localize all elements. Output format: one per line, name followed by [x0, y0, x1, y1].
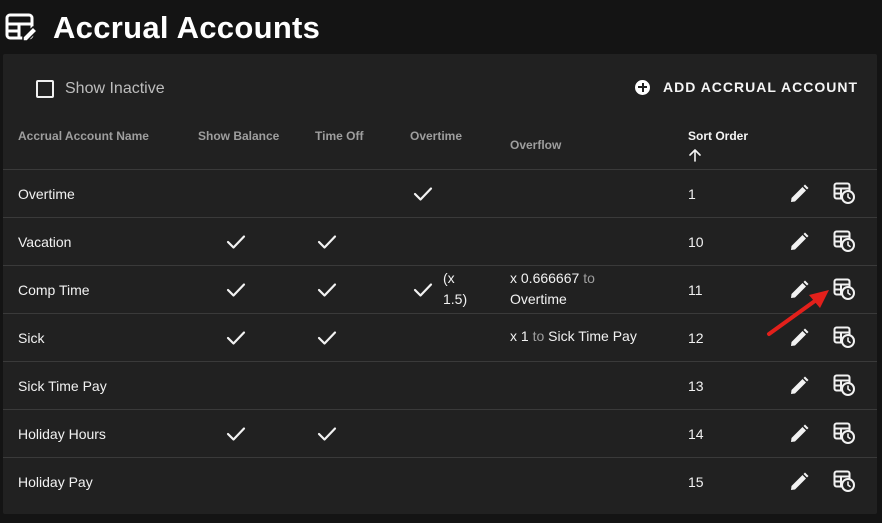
table-clock-icon[interactable]	[833, 470, 855, 492]
table-row: Overtime 1	[3, 169, 877, 217]
overflow-rule: x 0.666667 to Overtime	[510, 268, 610, 310]
table-row: Comp Time (x 1.5) x 0.666667 to Overtime 11	[3, 265, 877, 313]
add-accrual-account-button[interactable]: ADD ACCRUAL ACCOUNT	[635, 76, 858, 98]
check-icon	[317, 427, 337, 441]
table-clock-icon[interactable]	[833, 182, 855, 204]
sort-ascending-icon[interactable]	[688, 148, 702, 162]
pencil-icon[interactable]	[789, 328, 809, 348]
overtime-multiplier: (x 1.5)	[443, 270, 468, 307]
sort-order-value: 1	[688, 186, 696, 202]
show-inactive-label: Show Inactive	[65, 80, 165, 97]
column-header-show-balance[interactable]: Show Balance	[198, 129, 279, 143]
table-clock-icon[interactable]	[833, 374, 855, 396]
pencil-icon[interactable]	[789, 376, 809, 396]
check-icon	[317, 331, 337, 345]
sort-order-value: 15	[688, 474, 704, 490]
pencil-icon[interactable]	[789, 184, 809, 204]
account-name: Holiday Hours	[18, 426, 106, 442]
overflow-multiplier: x 0.666667	[510, 270, 580, 286]
accounts-card: Show Inactive ADD ACCRUAL ACCOUNT Accrua…	[3, 54, 877, 514]
account-name: Vacation	[18, 234, 72, 250]
overflow-target: Overtime	[510, 291, 567, 307]
check-icon	[226, 283, 246, 297]
column-header-sort-order[interactable]: Sort Order	[688, 129, 748, 143]
check-icon	[413, 283, 433, 297]
overflow-to: to	[583, 270, 595, 286]
sort-order-value: 11	[688, 282, 703, 298]
account-name: Sick	[18, 330, 45, 346]
check-icon	[413, 187, 433, 201]
show-inactive-checkbox[interactable]	[36, 80, 54, 98]
check-icon	[226, 331, 246, 345]
add-accrual-account-label: ADD ACCRUAL ACCOUNT	[663, 79, 859, 95]
overflow-target: Sick Time Pay	[548, 328, 637, 344]
table-clock-icon[interactable]	[833, 326, 855, 348]
pencil-icon[interactable]	[789, 424, 809, 444]
column-header-overflow[interactable]: Overflow	[510, 138, 561, 152]
page: Accrual Accounts Show Inactive ADD ACCRU…	[0, 0, 882, 523]
sort-order-value: 13	[688, 378, 704, 394]
table-row: Sick x 1 to Sick Time Pay 12	[3, 313, 877, 361]
column-header-time-off[interactable]: Time Off	[315, 129, 363, 143]
account-name: Sick Time Pay	[18, 378, 107, 394]
check-icon	[226, 235, 246, 249]
check-icon	[226, 427, 246, 441]
table-row: Vacation 10	[3, 217, 877, 265]
check-icon	[317, 283, 337, 297]
table-clock-icon[interactable]	[833, 422, 855, 444]
overflow-multiplier: x 1	[510, 328, 529, 344]
page-header: Accrual Accounts	[0, 0, 882, 54]
add-circle-icon	[635, 79, 650, 95]
overflow-rule: x 1 to Sick Time Pay	[510, 326, 670, 347]
sort-order-value: 10	[688, 234, 704, 250]
check-icon	[317, 235, 337, 249]
show-inactive-toggle[interactable]: Show Inactive	[36, 79, 165, 99]
table-clock-icon[interactable]	[833, 278, 855, 300]
pencil-icon[interactable]	[789, 232, 809, 252]
overflow-to: to	[532, 328, 545, 344]
column-header-overtime[interactable]: Overtime	[410, 129, 462, 143]
column-header-name[interactable]: Accrual Account Name	[18, 129, 149, 143]
table-row: Holiday Pay 15	[3, 457, 877, 505]
pencil-icon[interactable]	[789, 472, 809, 492]
account-name: Overtime	[18, 186, 75, 202]
table-row: Holiday Hours 14	[3, 409, 877, 457]
sort-order-value: 12	[688, 330, 704, 346]
pencil-icon[interactable]	[789, 280, 809, 300]
account-name: Holiday Pay	[18, 474, 93, 490]
account-name: Comp Time	[18, 282, 90, 298]
table-clock-icon[interactable]	[833, 230, 855, 252]
page-title: Accrual Accounts	[53, 10, 321, 45]
table-row: Sick Time Pay 13	[3, 361, 877, 409]
sort-order-value: 14	[688, 426, 704, 442]
toolbar: Show Inactive ADD ACCRUAL ACCOUNT	[3, 54, 877, 116]
table-edit-icon	[5, 13, 38, 42]
